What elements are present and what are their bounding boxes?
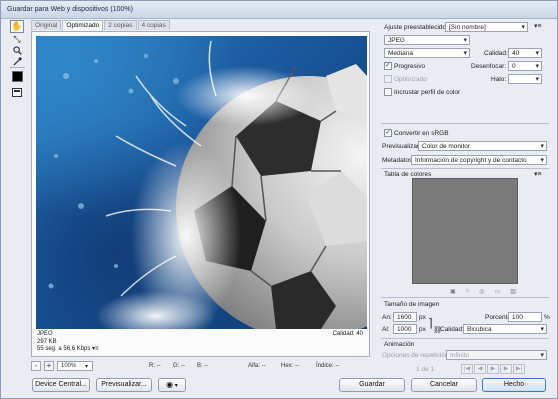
compression-quality-select[interactable]: Mediana <box>384 48 470 58</box>
color-table-title: Tabla de colores <box>384 171 432 178</box>
map-color-icon[interactable]: ▣ <box>450 288 456 295</box>
save-button[interactable]: Guardar <box>339 378 405 392</box>
preset-select[interactable]: [Sin nombre] <box>445 22 528 32</box>
toggle-slices-icon[interactable] <box>10 86 24 99</box>
metadata-select[interactable]: Información de copyright y de contacto <box>411 155 547 165</box>
blue-readout: B: -- <box>197 363 209 369</box>
zoom-chevron-down-icon[interactable]: ▾ <box>85 363 88 370</box>
chevron-down-icon: ▾ <box>173 383 178 389</box>
blur-input[interactable]: 0 <box>508 61 542 71</box>
first-frame-icon[interactable]: |◀ <box>461 364 473 374</box>
optimize-menu-icon[interactable]: ▾≡ <box>534 22 542 30</box>
window-title: Guardar para Web y dispositivos (100%) <box>1 1 557 19</box>
preview-info-bar: JPEG 297 KB 55 seg. a 56,6 Kbps ▾≡ Calid… <box>36 330 367 354</box>
preview-format: JPEG <box>37 331 53 337</box>
halo-label: Halo: <box>491 76 507 83</box>
halo-color-select[interactable] <box>508 74 542 84</box>
lock-color-icon[interactable]: ⌂ <box>466 288 470 295</box>
tool-strip: ✋ ⤡ <box>8 20 28 110</box>
cancel-button[interactable]: Cancelar <box>411 378 477 392</box>
tab-4-up[interactable]: 4 copias <box>137 20 170 30</box>
device-central-button[interactable]: Device Central... <box>32 378 90 392</box>
section-divider <box>381 338 549 339</box>
trash-icon[interactable]: ▥ <box>510 288 516 295</box>
optimized-checkbox[interactable] <box>384 75 392 83</box>
preview-quality: Calidad: 40 <box>332 331 363 337</box>
convert-srgb-checkbox[interactable]: ✓ <box>384 129 392 137</box>
percent-input[interactable]: 100 <box>508 312 542 322</box>
height-label: Al: <box>382 326 390 333</box>
browser-select-button[interactable]: ◉ ▾ <box>158 378 186 392</box>
section-divider <box>381 297 549 298</box>
resample-quality-label: Calidad: <box>440 326 464 333</box>
preview-in-browser-button[interactable]: Previsualizar... <box>96 378 152 392</box>
color-table-menu-icon[interactable]: ▾≡ <box>534 170 542 178</box>
download-speed-menu-icon[interactable]: ▾≡ <box>92 346 99 352</box>
preview-pane: JPEG 297 KB 55 seg. a 56,6 Kbps ▾≡ Calid… <box>31 31 370 357</box>
preview-download-time: 55 seg. a 56,6 Kbps <box>37 346 91 352</box>
green-readout: G: -- <box>173 363 185 369</box>
previous-frame-icon[interactable]: ◀ <box>474 364 486 374</box>
web-shift-icon[interactable]: ◎ <box>479 288 484 295</box>
tab-2-up[interactable]: 2 copias <box>104 20 137 30</box>
loop-options-label: Opciones de repetición: <box>382 352 451 359</box>
preview-profile-label: Previsualizar: <box>382 143 422 150</box>
zoom-out-button[interactable]: - <box>31 361 41 371</box>
preview-size: 297 KB <box>37 338 57 345</box>
red-readout: R: -- <box>149 363 161 369</box>
optimized-label: Optimizado <box>394 76 427 83</box>
metadata-label: Metadatos: <box>382 157 415 164</box>
blur-label: Desenfocar: <box>471 63 507 70</box>
preview-profile-select[interactable]: Color de monitor <box>418 141 547 151</box>
optimize-settings-panel: Ajuste preestablecido: [Sin nombre] ▾≡ J… <box>378 19 553 379</box>
progressive-label: Progresivo <box>394 63 426 70</box>
new-color-icon[interactable]: ▭ <box>495 288 501 295</box>
embed-color-profile-label: Incrustar perfil de color <box>394 89 461 96</box>
preset-label: Ajuste preestablecido: <box>384 24 448 31</box>
animation-title: Animación <box>384 341 415 348</box>
preview-image[interactable] <box>36 36 367 329</box>
height-unit: px <box>419 326 426 333</box>
height-input[interactable]: 1000 <box>393 324 417 334</box>
image-size-title: Tamaño de imagen <box>384 301 440 308</box>
embed-color-profile-checkbox[interactable] <box>384 88 392 96</box>
color-table[interactable] <box>412 178 518 284</box>
done-button[interactable]: Hecho <box>482 378 546 392</box>
quality-label: Calidad: <box>484 50 508 57</box>
soccer-ball-splash-photo <box>48 40 367 329</box>
eyedropper-color-swatch[interactable] <box>12 71 23 82</box>
progressive-checkbox[interactable]: ✓ <box>384 62 392 70</box>
quality-input[interactable]: 40 <box>508 48 542 58</box>
convert-srgb-label: Convertir en sRGB <box>394 130 449 137</box>
file-format-select[interactable]: JPEG <box>384 35 470 45</box>
resample-quality-select[interactable]: Bicúbica <box>463 324 547 334</box>
status-bar: - + 100% ▾ R: -- G: -- B: -- Alfa: -- He… <box>31 361 370 373</box>
frame-counter: 1 de 1 <box>416 366 435 373</box>
alpha-readout: Alfa: -- <box>248 363 266 369</box>
width-label: An: <box>382 314 392 321</box>
constrain-proportions-link-icon[interactable]: ⌉ <box>428 316 433 330</box>
tool-divider <box>10 67 25 68</box>
section-divider <box>381 123 549 124</box>
color-table-toolbar: ▣ ⌂ ◎ ▭ ▥ <box>450 288 516 295</box>
save-for-web-dialog: Guardar para Web y dispositivos (100%) ✋… <box>0 0 558 399</box>
loop-options-select[interactable]: Infinito <box>446 350 547 360</box>
next-frame-icon[interactable]: ▶ <box>500 364 512 374</box>
tab-original[interactable]: Original <box>31 20 62 30</box>
width-unit: px <box>419 314 426 321</box>
width-input[interactable]: 1600 <box>393 312 417 322</box>
zoom-in-button[interactable]: + <box>44 361 54 371</box>
percent-unit: % <box>544 314 550 321</box>
play-icon[interactable]: ▶ <box>487 364 499 374</box>
hex-readout: Hex: -- <box>281 363 299 369</box>
index-readout: Índice: -- <box>316 363 340 369</box>
last-frame-icon[interactable]: ▶| <box>513 364 525 374</box>
section-divider <box>381 168 549 169</box>
hand-tool-icon[interactable]: ✋ <box>10 20 24 33</box>
